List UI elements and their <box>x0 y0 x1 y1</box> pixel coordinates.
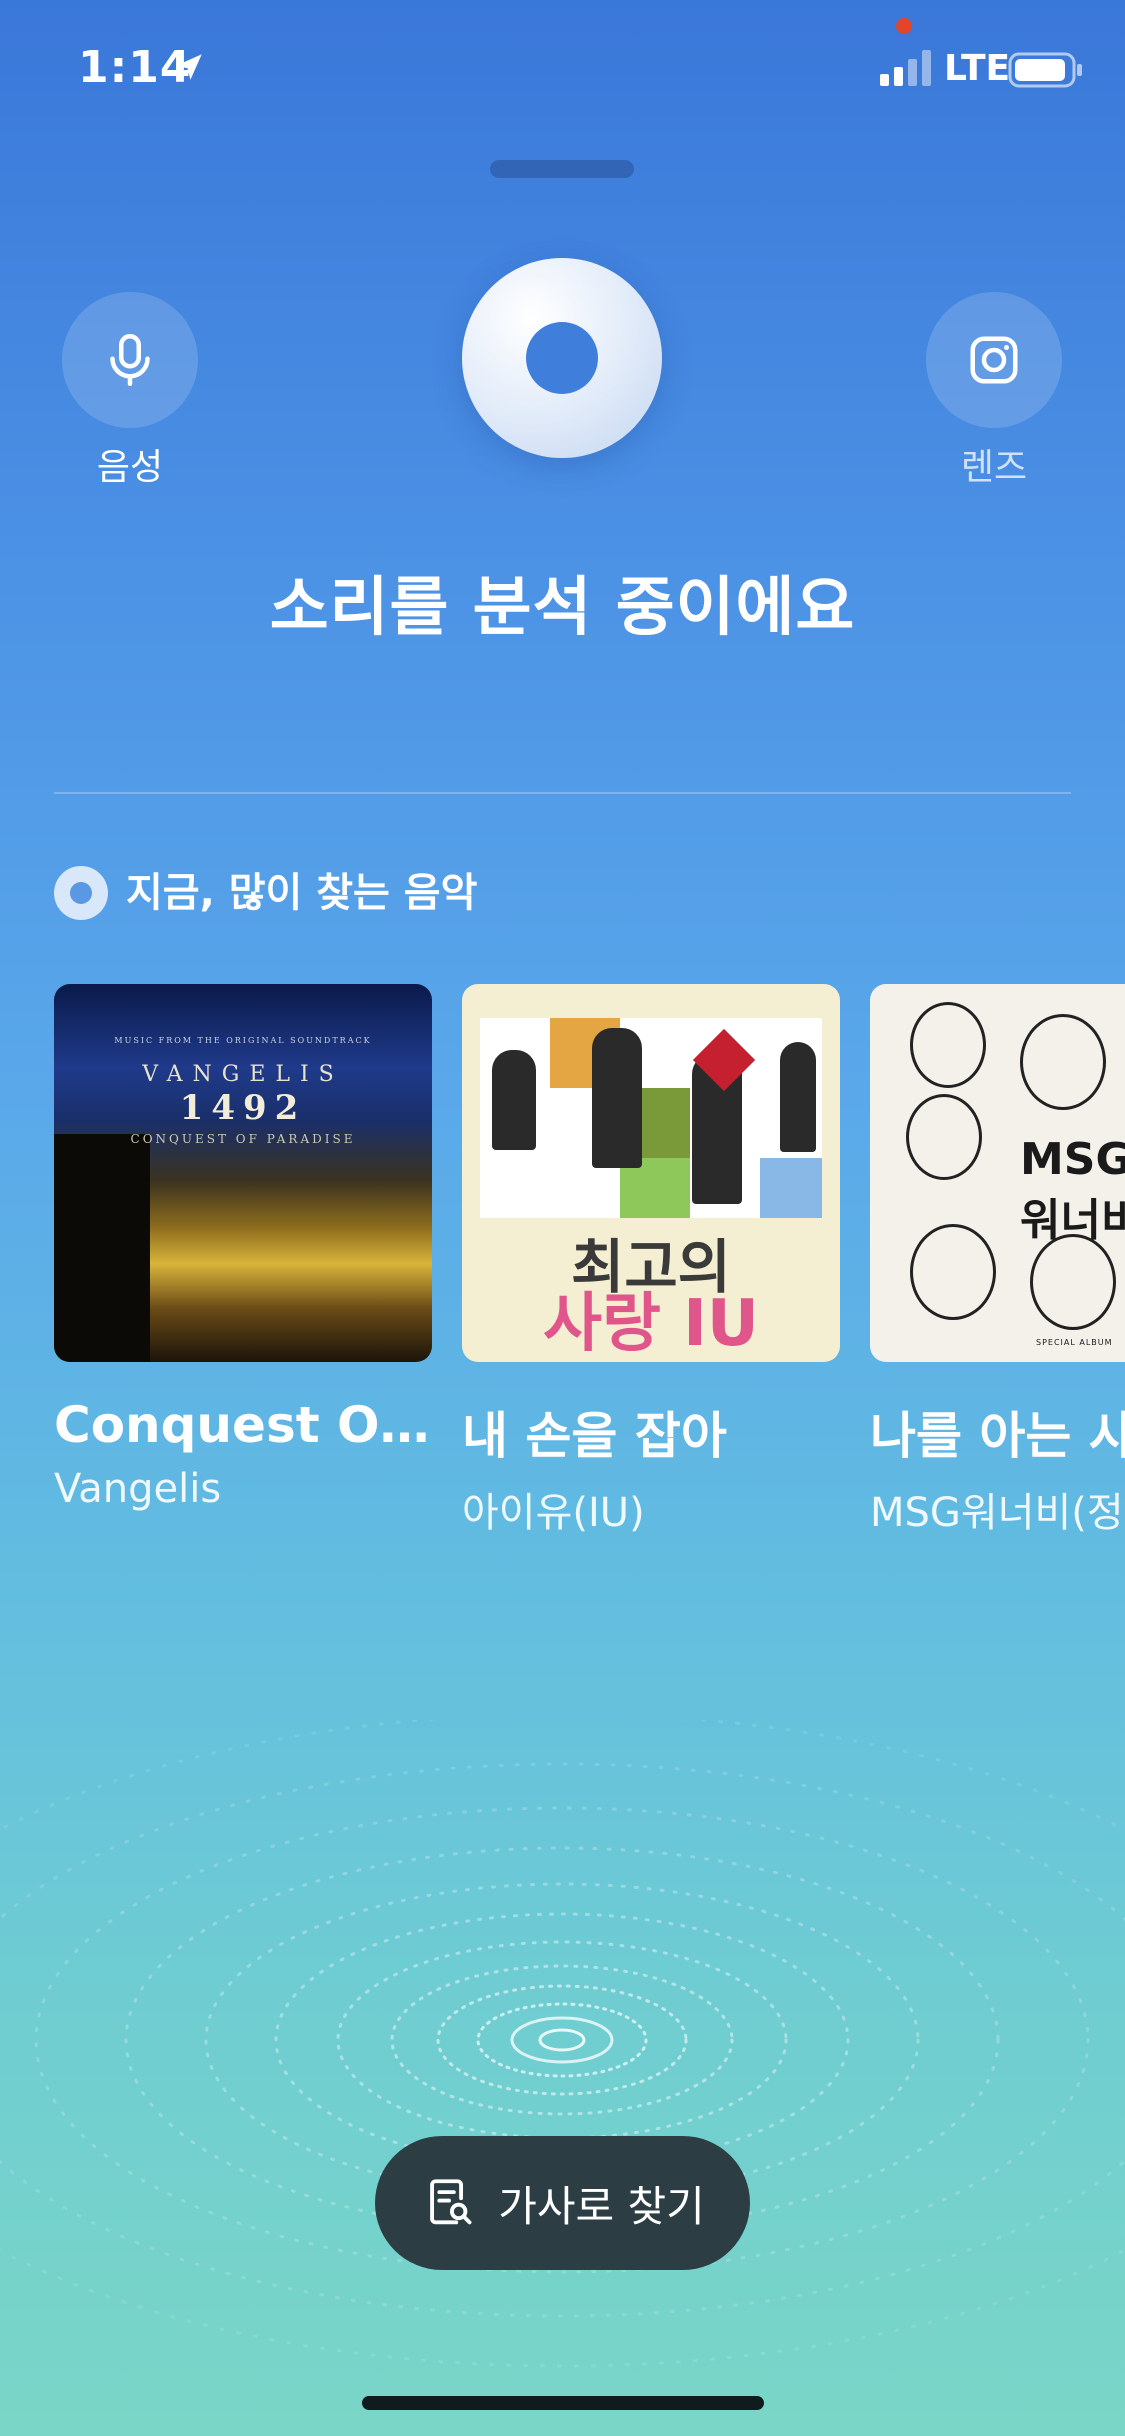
microphone-icon <box>110 334 150 386</box>
album-art: MUSIC FROM THE ORIGINAL SOUNDTRACK VANGE… <box>54 984 432 1362</box>
lens-search-button[interactable] <box>926 292 1062 428</box>
album-art-text: VANGELIS <box>142 1062 344 1087</box>
lens-search-label: 렌즈 <box>960 447 1028 488</box>
trending-section-title: 지금, 많이 찾는 음악 <box>126 870 478 916</box>
sheet-handle[interactable] <box>490 160 634 178</box>
divider <box>54 792 1071 794</box>
album-art: 최고의 사랑 IU <box>462 984 840 1362</box>
document-search-icon <box>430 2179 472 2225</box>
music-disc-icon <box>54 866 108 920</box>
sound-ripple-animation <box>0 1720 1125 2368</box>
voice-search-label: 음성 <box>96 447 164 488</box>
network-type: LTE <box>944 48 1011 89</box>
trending-item[interactable]: 최고의 사랑 IU 내 손을 잡아 아이유(IU) <box>462 984 840 1538</box>
listening-indicator-center <box>526 322 598 394</box>
song-title: 내 손을 잡아 <box>462 1407 727 1465</box>
song-artist: Vangelis <box>54 1466 222 1512</box>
album-art-text: MUSIC FROM THE ORIGINAL SOUNDTRACK <box>114 1036 372 1045</box>
recording-indicator <box>896 18 912 34</box>
album-art-text: 1492 <box>179 1088 307 1128</box>
search-by-lyrics-button[interactable]: 가사로 찾기 <box>375 2136 750 2270</box>
song-title: Conquest Of... <box>54 1396 432 1454</box>
trending-item[interactable]: MUSIC FROM THE ORIGINAL SOUNDTRACK VANGE… <box>54 984 432 1512</box>
location-arrow-icon <box>176 54 202 80</box>
album-art-text: CONQUEST OF PARADISE <box>130 1132 356 1146</box>
album-art-text: SPECIAL ALBUM <box>1036 1338 1113 1347</box>
album-art-text: 사랑 IU <box>543 1287 759 1361</box>
analysis-status-text: 소리를 분석 중이에요 <box>269 571 856 645</box>
battery-icon <box>1008 52 1082 88</box>
listening-indicator[interactable] <box>462 258 662 458</box>
camera-lens-icon <box>970 336 1018 384</box>
album-art-text: MSG <box>1020 1134 1125 1185</box>
signal-bars-icon <box>880 50 931 86</box>
search-by-lyrics-label: 가사로 찾기 <box>498 2181 705 2231</box>
song-title: 나를 아는 사람 <box>870 1407 1125 1465</box>
song-artist: 아이유(IU) <box>462 1490 645 1536</box>
status-bar: 1:14 LTE <box>0 0 1125 140</box>
song-recognition-screen: 1:14 LTE 음성 렌즈 소리를 분석 중이에요 지금, 많이 찾는 음악 … <box>0 0 1125 2436</box>
home-indicator[interactable] <box>362 2396 764 2410</box>
album-art: MSG 워너비 SPECIAL ALBUM <box>870 984 1125 1362</box>
album-art-text: 워너비 <box>1020 1195 1125 1246</box>
song-artist: MSG워너비(정 <box>870 1490 1124 1536</box>
voice-search-button[interactable] <box>62 292 198 428</box>
trending-item[interactable]: MSG 워너비 SPECIAL ALBUM 나를 아는 사람 MSG워너비(정 <box>870 984 1125 1538</box>
